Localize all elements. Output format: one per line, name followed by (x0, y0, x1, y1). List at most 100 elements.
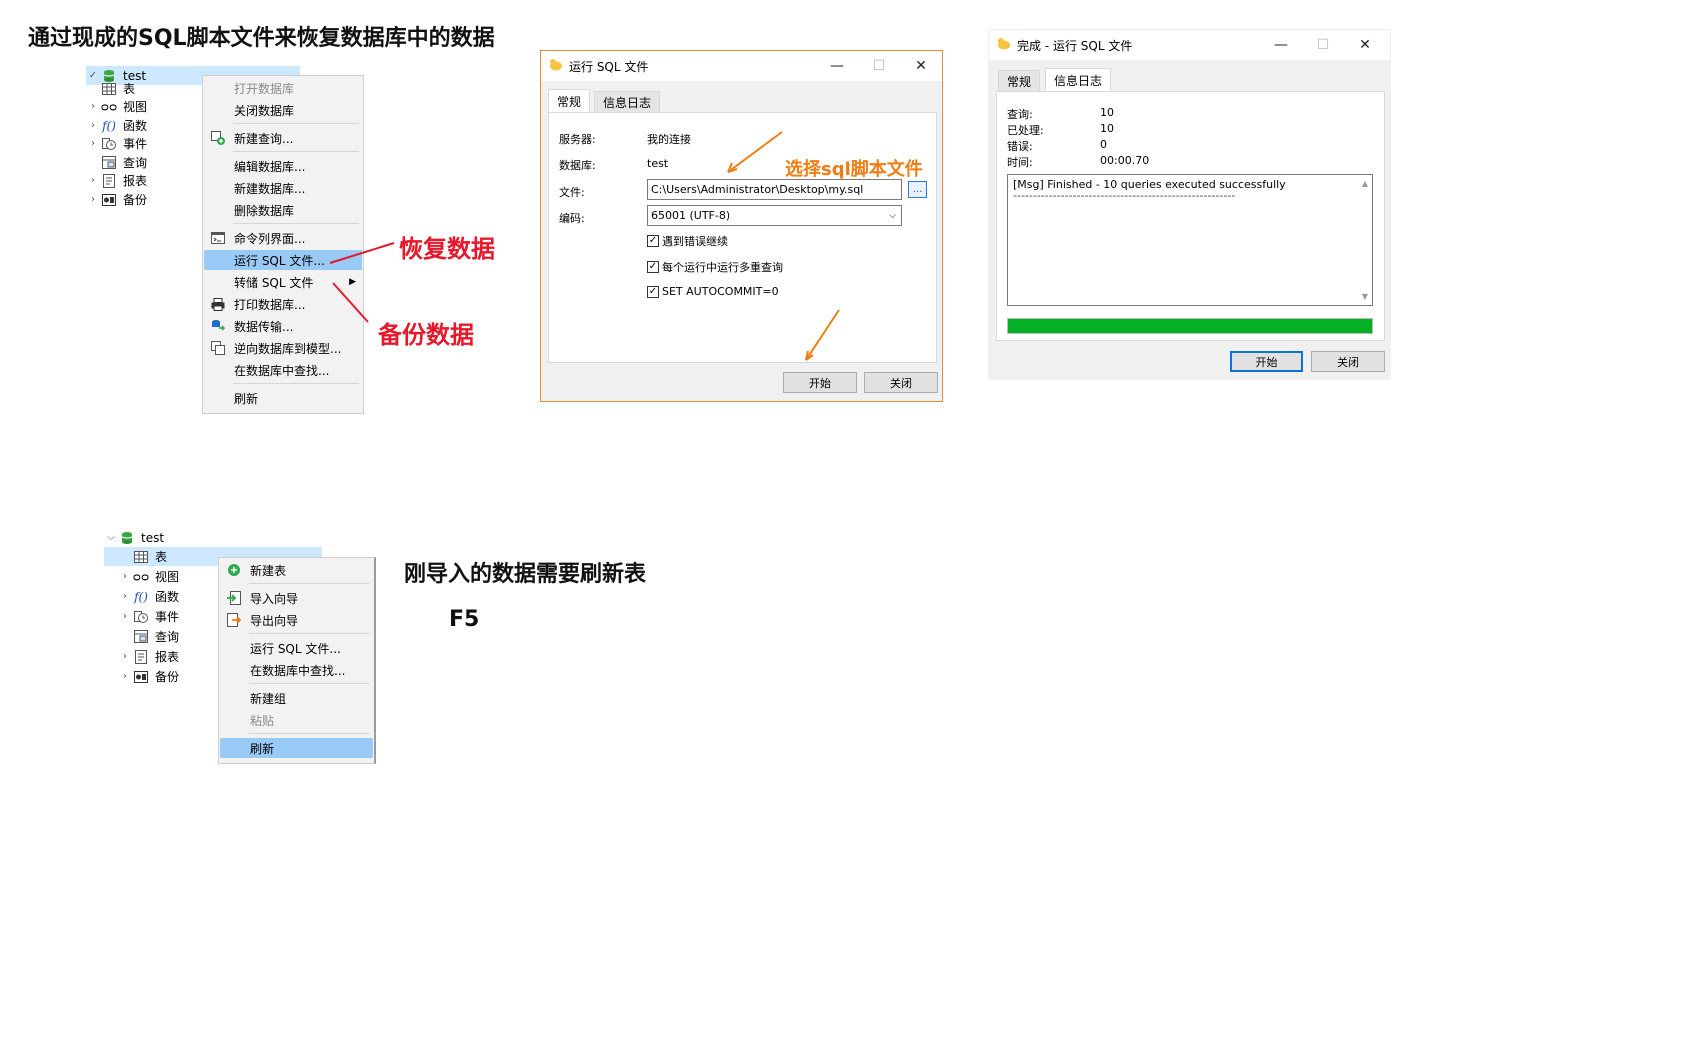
tree-item-functions[interactable]: › f() 函数 (86, 116, 147, 135)
menu-separator (249, 633, 370, 634)
dialog-title: 完成 - 运行 SQL 文件 (1017, 38, 1133, 53)
tables-context-menu: 新建表 导入向导 导出向导 运行 SQL 文件... 在数据库中查找... 新建… (218, 557, 376, 764)
server-value: 我的连接 (647, 133, 691, 146)
dialog-titlebar: 完成 - 运行 SQL 文件 — ☐ ✕ (989, 30, 1390, 60)
maximize-icon[interactable]: ☐ (858, 51, 900, 81)
menu-close-db[interactable]: 关闭数据库 (204, 100, 362, 120)
message-log-textarea[interactable]: [Msg] Finished - 10 queries executed suc… (1007, 174, 1373, 306)
clock-icon (132, 610, 150, 624)
checkbox-checked-icon: ✓ (647, 261, 659, 273)
tree-item-queries[interactable]: 查询 (132, 627, 179, 646)
minimize-icon[interactable]: — (816, 51, 858, 81)
menu-delete-db[interactable]: 删除数据库 (204, 200, 362, 220)
chevron-right-icon[interactable]: › (86, 138, 100, 149)
tab-general[interactable]: 常规 (998, 70, 1041, 92)
menu-new-group[interactable]: 新建组 (220, 688, 373, 708)
tree-item-views[interactable]: › ᴑᴑ 视图 (86, 97, 147, 116)
annotation-restore: 恢复数据 (399, 235, 495, 263)
menu-reverse-model[interactable]: 逆向数据库到模型... (204, 338, 362, 358)
chevron-right-icon[interactable]: › (86, 101, 100, 112)
chevron-right-icon[interactable]: › (118, 671, 132, 682)
tree-item-queries[interactable]: 查询 (100, 153, 147, 172)
tree-item-label: 查询 (155, 630, 180, 644)
new-table-icon (220, 563, 248, 577)
menu-export-wizard[interactable]: 导出向导 (220, 610, 373, 630)
database-value: test (647, 157, 669, 170)
close-icon[interactable]: ✕ (1344, 30, 1386, 60)
refresh-key: F5 (449, 607, 480, 632)
chevron-down-icon[interactable]: ✓ (86, 70, 100, 81)
menu-find-in-db[interactable]: 在数据库中查找... (204, 360, 362, 380)
import-icon (220, 591, 248, 605)
tab-message-log[interactable]: 信息日志 (1045, 68, 1112, 92)
close-button[interactable]: 关闭 (1311, 351, 1385, 372)
chevron-right-icon[interactable]: › (118, 651, 132, 662)
tree-item-label: 表 (123, 82, 136, 96)
encoding-value: 65001 (UTF-8) (651, 209, 731, 222)
finished-dialog: 完成 - 运行 SQL 文件 — ☐ ✕ 常规 信息日志 查询: 10 已处理:… (988, 29, 1391, 380)
browse-button[interactable]: ... (908, 181, 927, 198)
tree-item-tables[interactable]: 表 (100, 79, 135, 98)
tree-item-backups[interactable]: › 备份 (118, 667, 179, 686)
tree-item-backups[interactable]: › 备份 (86, 190, 147, 209)
menu-import-wizard[interactable]: 导入向导 (220, 588, 373, 608)
minimize-icon[interactable]: — (1260, 30, 1302, 60)
menu-separator (249, 583, 370, 584)
menu-find-in-db[interactable]: 在数据库中查找... (220, 660, 373, 680)
menu-refresh[interactable]: 刷新 (204, 388, 362, 408)
encoding-label: 编码: (559, 212, 585, 225)
menu-edit-db[interactable]: 编辑数据库... (204, 156, 362, 176)
menu-refresh[interactable]: 刷新 (220, 738, 373, 758)
checkbox-checked-icon: ✓ (647, 285, 659, 298)
query-icon (100, 156, 118, 170)
tree-item-label: 事件 (155, 610, 180, 624)
menu-open-db[interactable]: 打开数据库 (204, 78, 362, 98)
tree-item-reports[interactable]: › 报表 (86, 171, 147, 190)
tree-item-views[interactable]: › ᴑᴑ 视图 (118, 567, 179, 586)
database-icon (118, 531, 136, 545)
chevron-right-icon[interactable]: › (86, 194, 100, 205)
model-icon (204, 341, 232, 355)
menu-separator (233, 223, 359, 224)
annotation-choose-file: 选择sql脚本文件 (785, 159, 923, 180)
menu-separator (233, 151, 359, 152)
annotation-backup: 备份数据 (378, 321, 474, 349)
close-icon[interactable]: ✕ (900, 51, 942, 81)
chevron-right-icon[interactable]: › (118, 591, 132, 602)
chevron-right-icon[interactable]: › (86, 120, 100, 131)
backup-arrow (332, 282, 369, 323)
scroll-up-icon[interactable]: ▲ (1362, 179, 1368, 188)
chevron-right-icon[interactable]: › (118, 571, 132, 582)
scroll-down-icon[interactable]: ▼ (1362, 292, 1368, 301)
glasses-icon: ᴑᴑ (100, 99, 118, 114)
stat-label: 时间: (1007, 156, 1033, 169)
continue-on-error-checkbox[interactable]: ✓ 遇到错误继续 (647, 233, 728, 249)
menu-run-sql-file[interactable]: 运行 SQL 文件... (220, 638, 373, 658)
start-button[interactable]: 开始 (1230, 351, 1303, 372)
database-label: 数据库: (559, 159, 596, 172)
menu-new-table[interactable]: 新建表 (220, 560, 373, 580)
tab-general[interactable]: 常规 (548, 89, 591, 113)
tree-item-reports[interactable]: › 报表 (118, 647, 179, 666)
tree-item-events[interactable]: › 事件 (86, 134, 147, 153)
tree-item-label: 报表 (155, 650, 180, 664)
close-button[interactable]: 关闭 (864, 372, 938, 393)
data-transfer-icon (204, 319, 232, 333)
start-button[interactable]: 开始 (783, 372, 857, 393)
tree-item-events[interactable]: › 事件 (118, 607, 179, 626)
menu-separator (249, 683, 370, 684)
menu-new-query[interactable]: 新建查询... (204, 128, 362, 148)
tree-db-test[interactable]: ⌵ test (104, 528, 164, 547)
stat-value: 10 (1100, 122, 1114, 135)
glasses-icon: ᴑᴑ (132, 569, 150, 584)
chevron-down-icon[interactable]: ⌵ (104, 532, 118, 543)
chevron-right-icon[interactable]: › (118, 611, 132, 622)
maximize-icon[interactable]: ☐ (1302, 30, 1344, 60)
navicat-logo-icon (997, 37, 1011, 54)
chevron-right-icon[interactable]: › (86, 175, 100, 186)
backup-icon (100, 193, 118, 207)
tree-item-functions[interactable]: › f() 函数 (118, 587, 179, 606)
tab-message-log[interactable]: 信息日志 (594, 91, 661, 113)
menu-new-db[interactable]: 新建数据库... (204, 178, 362, 198)
menu-paste[interactable]: 粘贴 (220, 710, 373, 730)
